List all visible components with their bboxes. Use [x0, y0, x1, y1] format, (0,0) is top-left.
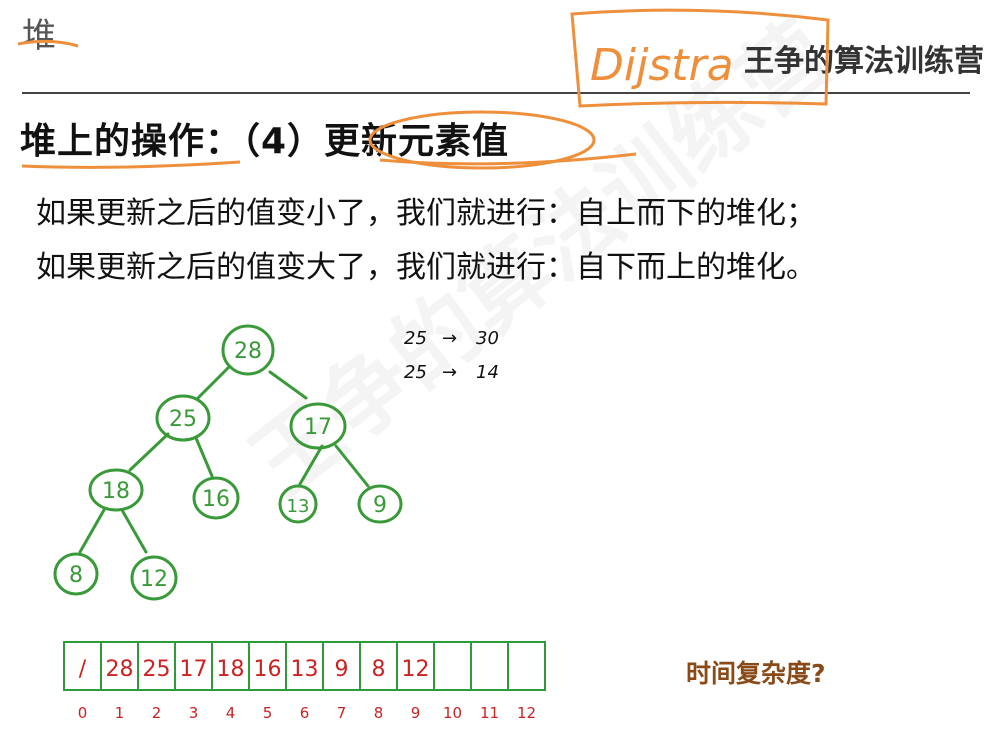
array-index-label: 5 [263, 704, 273, 722]
tree-node-label: 28 [234, 339, 262, 364]
tree-node-label: 16 [202, 487, 230, 512]
tree-node-rl: 13 [278, 484, 318, 524]
array-cell-value: 28 [106, 657, 134, 682]
tree-node-label: 8 [69, 563, 83, 588]
edge-28-25 [196, 366, 230, 400]
keyword-underline [379, 152, 637, 166]
array-index-label: 6 [300, 704, 310, 722]
edge-28-17 [268, 370, 308, 400]
array-cell: 12 9 [396, 641, 435, 722]
tree-node-ll: 18 [88, 468, 144, 512]
tree-node-label: 25 [169, 407, 197, 432]
array-index-label: 9 [411, 704, 421, 722]
array-cell-box [433, 641, 472, 691]
array-cell: 18 4 [211, 641, 250, 722]
array-cell-value: 9 [335, 657, 349, 682]
tree-node-label: 18 [102, 479, 130, 504]
array-cell: 10 [433, 641, 472, 722]
array-cell: 97 [322, 641, 361, 722]
tree-node-right: 17 [289, 402, 347, 450]
array-cell: 11 [470, 641, 509, 722]
tree-node-left: 25 [155, 394, 211, 442]
heading-underline [21, 160, 241, 169]
tree-node-rr: 9 [357, 484, 403, 524]
array-cell-value: 12 [402, 657, 430, 682]
array-cell: /0 [63, 641, 102, 722]
note-2: 25 → 14 [404, 362, 499, 383]
edge-25-18 [128, 432, 170, 472]
tree-node-root: 28 [221, 324, 275, 376]
array-index-label: 10 [443, 704, 462, 722]
handwritten-annotation: Dijstra [590, 40, 734, 91]
tree-edges [78, 366, 370, 554]
array-cell-value: 17 [180, 657, 208, 682]
heap-array: /02812521731841651369788129 10 11 12 [63, 641, 546, 722]
array-cell: 25 2 [137, 641, 176, 722]
array-index-label: 11 [480, 704, 499, 722]
array-cell-value: 25 [143, 657, 171, 682]
tree-node-lll: 8 [53, 552, 99, 596]
array-cell: 13 6 [285, 641, 324, 722]
array-cell: 12 [507, 641, 546, 722]
note-1-to: 30 [476, 328, 499, 349]
array-index-label: 8 [374, 704, 384, 722]
tree-node-label: 9 [373, 493, 387, 518]
array-cell-value: 8 [372, 657, 386, 682]
note-2-from: 25 [404, 362, 427, 383]
tree-node-llr: 12 [130, 555, 178, 601]
note-1-from: 25 [404, 328, 427, 349]
tree-node-lr: 16 [192, 476, 240, 520]
array-cell-value: 16 [254, 657, 282, 682]
tree-node-label: 17 [304, 415, 332, 440]
array-cell: 16 5 [248, 641, 287, 722]
section-underline [17, 39, 79, 48]
array-cell-box [470, 641, 509, 691]
note-1-arrow: → [442, 328, 457, 349]
array-cell: 28 1 [100, 641, 139, 722]
array-cell-value: 13 [291, 657, 319, 682]
edge-17-9 [334, 444, 370, 488]
array-cell: 88 [359, 641, 398, 722]
annotation-canvas: Dijstra 25 → 30 25 → 14 28 25 17 18 16 1… [17, 8, 830, 722]
array-index-label: 7 [337, 704, 347, 722]
array-cell-value: 18 [217, 657, 245, 682]
array-index-label: 4 [226, 704, 236, 722]
edge-17-13 [298, 444, 324, 486]
array-index-label: 0 [78, 704, 88, 722]
tree-node-label: 12 [140, 567, 168, 592]
note-2-arrow: → [442, 362, 457, 383]
edge-25-16 [194, 436, 214, 478]
array-index-label: 2 [152, 704, 162, 722]
edge-18-12 [120, 508, 148, 554]
array-cell-box [507, 641, 546, 691]
note-1: 25 → 30 [404, 328, 499, 349]
array-index-label: 1 [115, 704, 125, 722]
array-index-label: 3 [189, 704, 199, 722]
array-cell-value: / [79, 657, 87, 682]
tree-node-label: 13 [287, 496, 310, 517]
array-cell: 17 3 [174, 641, 213, 722]
array-index-label: 12 [517, 704, 536, 722]
edge-18-8 [78, 508, 106, 554]
note-2-to: 14 [476, 362, 499, 383]
